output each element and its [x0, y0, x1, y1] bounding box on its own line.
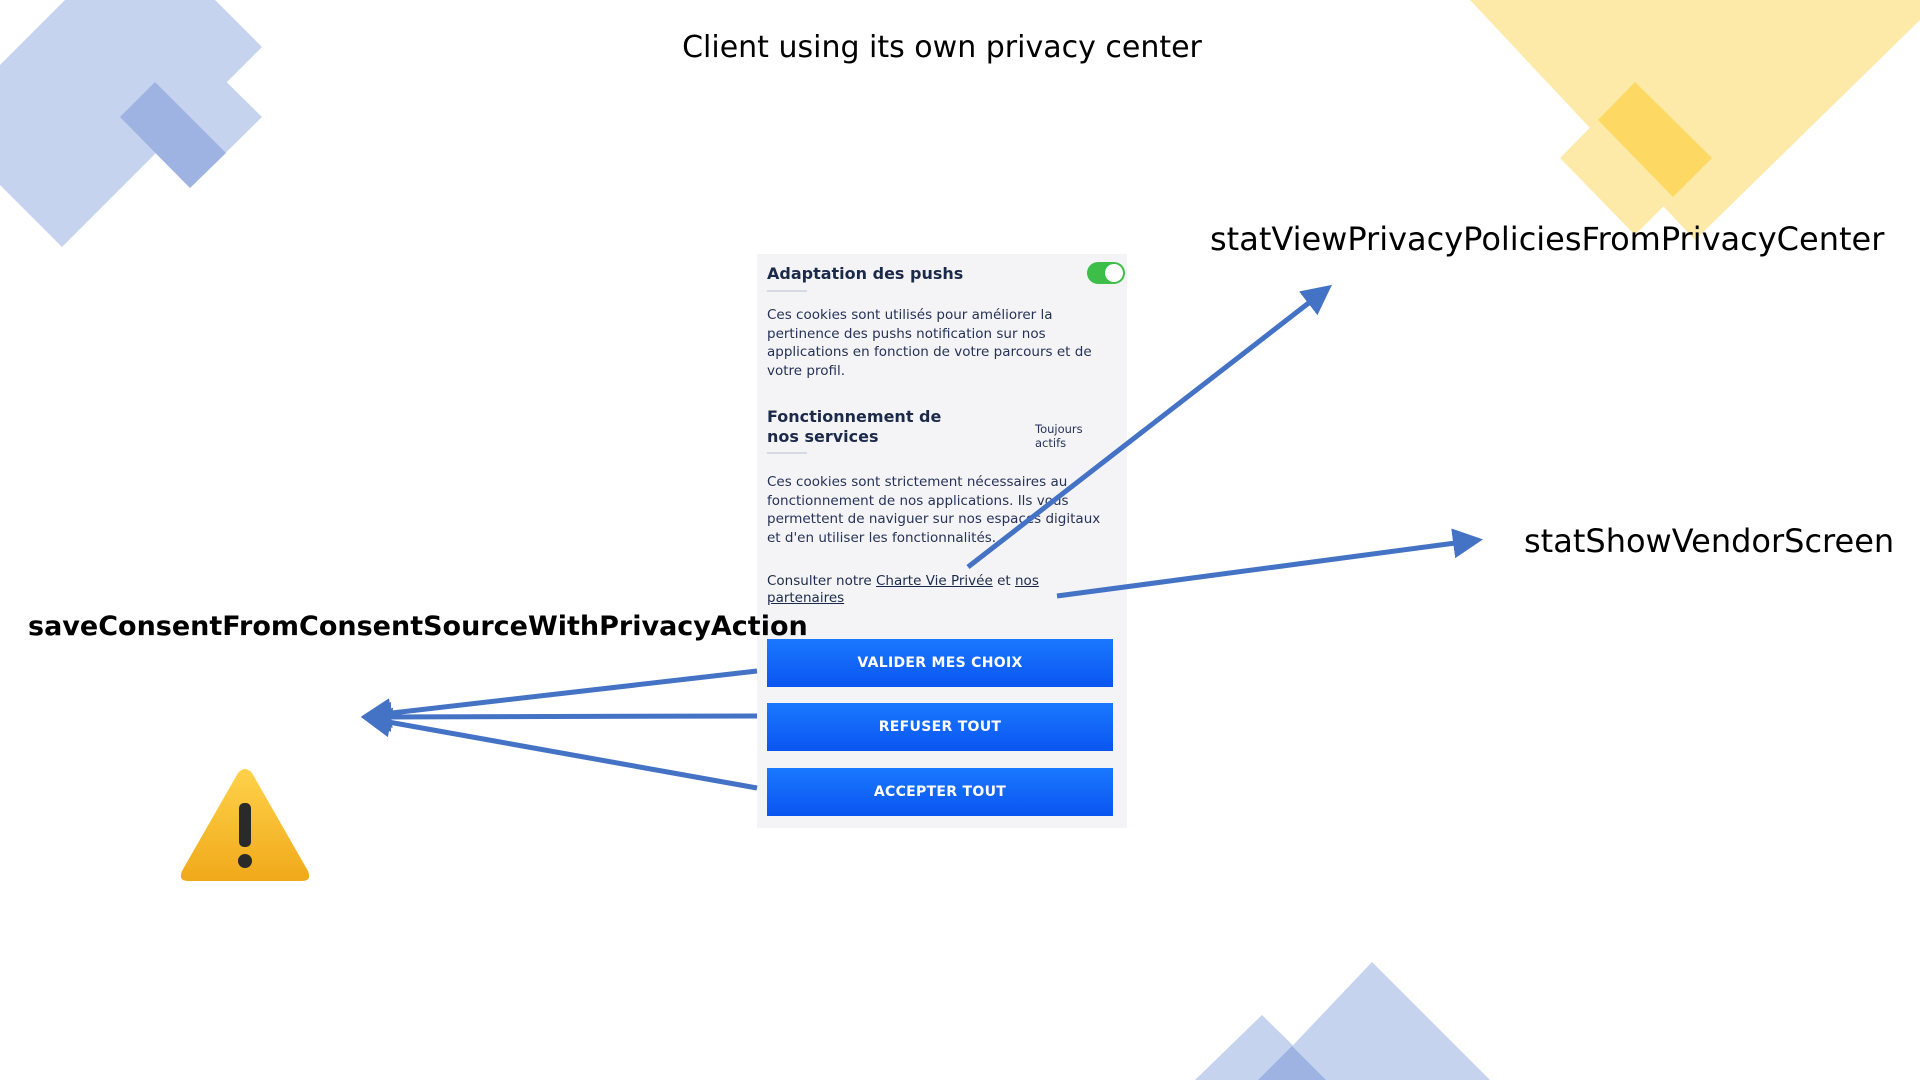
- consult-and: et: [997, 573, 1011, 589]
- label-stat-show-vendor-screen: statShowVendorScreen: [1524, 522, 1895, 560]
- label-save-consent: saveConsentFromConsentSourceWithPrivacyA…: [28, 611, 808, 642]
- consult-line: Consulter notre Charte Vie Privée et nos…: [767, 573, 1067, 607]
- label-stat-view-privacy-policies: statViewPrivacyPoliciesFromPrivacyCenter: [1210, 220, 1885, 258]
- warning-icon: [180, 769, 310, 881]
- consult-prefix: Consulter notre: [767, 573, 872, 589]
- always-active-status: Toujours actifs: [1035, 422, 1083, 450]
- toggle-knob: [1105, 264, 1123, 282]
- section-title-services: Fonctionnement de nos services: [767, 407, 942, 446]
- section-divider: [767, 290, 807, 292]
- pushs-toggle[interactable]: [1087, 262, 1125, 284]
- section-divider: [767, 452, 807, 454]
- privacy-charter-link[interactable]: Charte Vie Privée: [876, 573, 993, 589]
- validate-choices-button[interactable]: VALIDER MES CHOIX: [767, 639, 1113, 687]
- section-description-services: Ces cookies sont strictement nécessaires…: [767, 474, 1101, 546]
- refuse-all-button[interactable]: REFUSER TOUT: [767, 703, 1113, 751]
- accept-all-button[interactable]: ACCEPTER TOUT: [767, 768, 1113, 816]
- section-title-pushs: Adaptation des pushs: [767, 264, 964, 283]
- privacy-center-screenshot: Adaptation des pushs Ces cookies sont ut…: [757, 254, 1127, 828]
- section-description-pushs: Ces cookies sont utilisés pour améliorer…: [767, 307, 1092, 379]
- slide-title: Client using its own privacy center: [682, 30, 1202, 65]
